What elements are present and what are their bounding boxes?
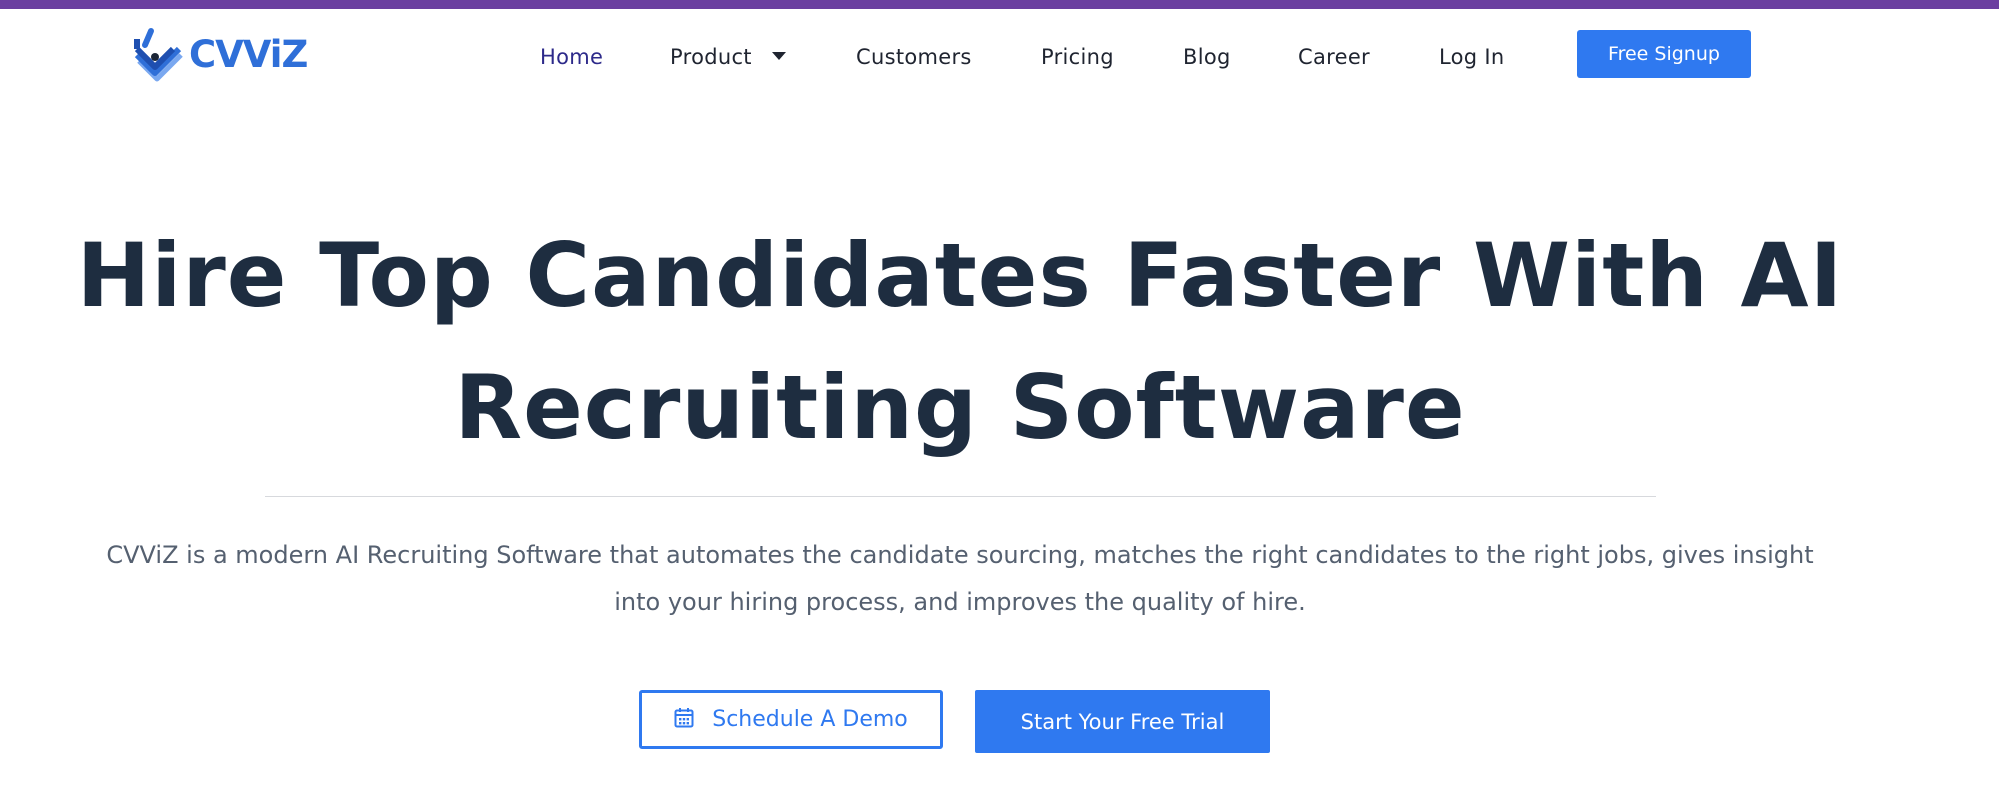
hero-title-line-2: Recruiting Software: [454, 356, 1466, 459]
free-signup-button[interactable]: Free Signup: [1577, 30, 1751, 78]
calendar-icon: [674, 707, 694, 735]
hero-title: Hire Top Candidates Faster With AI Recru…: [60, 210, 1860, 474]
schedule-demo-label: Schedule A Demo: [712, 707, 908, 732]
brand-name: CVViZ: [189, 32, 308, 76]
schedule-demo-button[interactable]: Schedule A Demo: [639, 690, 943, 749]
brand-logo[interactable]: CVViZ: [131, 25, 308, 87]
nav-home[interactable]: Home: [540, 43, 603, 71]
start-free-trial-button[interactable]: Start Your Free Trial: [975, 690, 1270, 753]
site-header: CVViZ Home Product Customers Pricing Blo…: [0, 9, 1999, 99]
top-accent-bar: [0, 0, 1999, 9]
nav-customers[interactable]: Customers: [856, 43, 972, 71]
nav-login[interactable]: Log In: [1439, 43, 1505, 71]
nav-product[interactable]: Product: [670, 43, 786, 71]
logo-mark-icon: [134, 28, 183, 82]
hero-description-line-1: CVViZ is a modern AI Recruiting Software…: [106, 541, 1814, 569]
nav-blog[interactable]: Blog: [1183, 43, 1231, 71]
hero-title-line-1: Hire Top Candidates Faster With AI: [76, 224, 1844, 327]
hero-description-line-2: into your hiring process, and improves t…: [614, 588, 1306, 616]
caret-down-icon: [771, 52, 786, 60]
hero-description: CVViZ is a modern AI Recruiting Software…: [80, 532, 1840, 626]
nav-career[interactable]: Career: [1298, 43, 1370, 71]
nav-product-label: Product: [670, 45, 752, 69]
hero-divider: [265, 496, 1656, 497]
nav-pricing[interactable]: Pricing: [1041, 43, 1114, 71]
